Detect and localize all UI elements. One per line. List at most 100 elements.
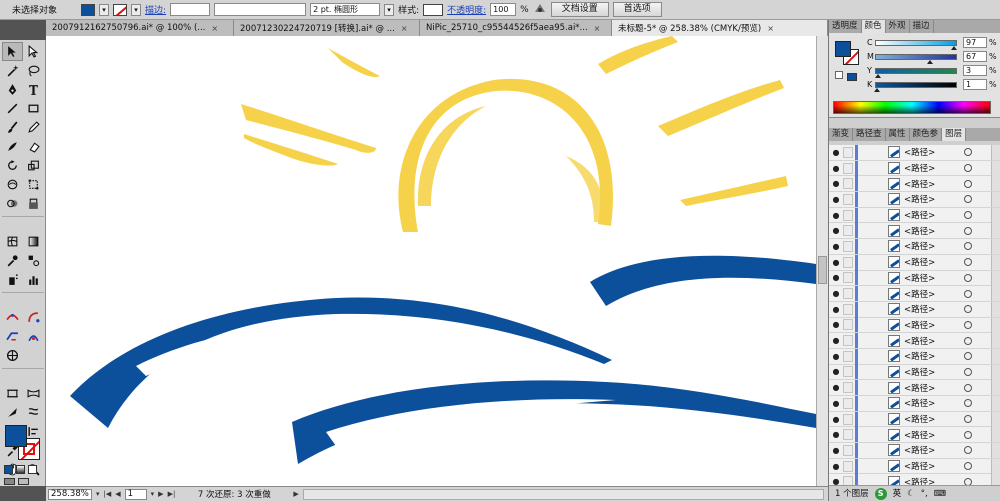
layer-row[interactable]: ● <路径> — [829, 254, 1000, 271]
width-tool-red-icon[interactable] — [2, 308, 23, 327]
tab-pathfinder[interactable]: 路径查 — [853, 128, 886, 141]
lock-toggle[interactable] — [843, 460, 853, 472]
layers-scrollbar-cell[interactable] — [991, 270, 1000, 286]
layers-scrollbar-cell[interactable] — [991, 427, 1000, 443]
layers-scrollbar-cell[interactable] — [991, 160, 1000, 176]
lock-toggle[interactable] — [843, 162, 853, 174]
lock-toggle[interactable] — [843, 444, 853, 456]
lock-toggle[interactable] — [843, 476, 853, 485]
visibility-eye-icon[interactable]: ● — [829, 320, 843, 329]
status-play-button[interactable]: ▶ — [293, 490, 298, 498]
visibility-eye-icon[interactable]: ● — [829, 430, 843, 439]
preferences-button[interactable]: 首选项 — [612, 2, 662, 17]
target-circle-icon[interactable] — [964, 242, 972, 251]
zoom-field[interactable]: 258.38% — [48, 488, 92, 500]
brush-dropdown[interactable]: ▾ — [384, 3, 395, 16]
rotate-tool-icon[interactable] — [2, 156, 23, 175]
fill-stroke-swatches[interactable] — [5, 425, 41, 461]
lock-toggle[interactable] — [843, 209, 853, 221]
fill-color-swatch[interactable] — [81, 3, 96, 16]
lock-toggle[interactable] — [843, 272, 853, 284]
color-mode-icon[interactable] — [4, 465, 13, 474]
black-knob[interactable] — [873, 87, 880, 92]
gradient-tool-icon[interactable] — [23, 232, 44, 251]
visibility-eye-icon[interactable]: ● — [829, 242, 843, 251]
pencil-tool-icon[interactable] — [23, 118, 44, 137]
layer-row[interactable]: ● <路径> — [829, 145, 1000, 161]
visibility-eye-icon[interactable]: ● — [829, 258, 843, 267]
print-tiling-tool-icon[interactable] — [23, 403, 44, 422]
tab-transparency[interactable]: 透明度 — [829, 20, 862, 33]
layers-scrollbar-cell[interactable] — [991, 380, 1000, 396]
cyan-value-field[interactable]: 97 — [963, 37, 987, 48]
tab-stroke[interactable]: 描边 — [910, 20, 934, 33]
lock-toggle[interactable] — [843, 413, 853, 425]
screen-mode-icon[interactable] — [18, 478, 29, 485]
layer-row[interactable]: ● <路径> — [829, 160, 1000, 177]
layers-scrollbar-cell[interactable] — [991, 145, 1000, 160]
black-value-field[interactable]: 1 — [963, 79, 987, 90]
layer-row[interactable]: ● <路径> — [829, 411, 1000, 428]
close-icon[interactable]: × — [767, 24, 774, 33]
lock-toggle[interactable] — [843, 429, 853, 441]
document-setup-button[interactable]: 文档设置 — [550, 2, 609, 17]
symbol-sprayer-tool-icon[interactable] — [2, 270, 23, 289]
layer-row[interactable]: ● <路径> — [829, 301, 1000, 318]
layer-row[interactable]: ● <路径> — [829, 458, 1000, 475]
target-circle-icon[interactable] — [964, 430, 972, 439]
artboard-number-field[interactable]: 1 — [124, 488, 147, 500]
tab-attributes[interactable]: 属性 — [886, 128, 910, 141]
target-circle-icon[interactable] — [964, 226, 972, 235]
lock-toggle[interactable] — [843, 240, 853, 252]
layer-row[interactable]: ● <路径> — [829, 286, 1000, 302]
magic-wand-tool-icon[interactable] — [2, 61, 23, 80]
tab-gradient[interactable]: 渐变 — [829, 128, 854, 141]
layer-row[interactable]: ● <路径> — [829, 442, 1000, 459]
opacity-field[interactable]: 100 — [490, 3, 517, 16]
layer-row[interactable]: ● <路径> — [829, 427, 1000, 444]
visibility-eye-icon[interactable]: ● — [829, 446, 843, 455]
mesh-tool-icon[interactable] — [2, 232, 23, 251]
target-circle-icon[interactable] — [964, 383, 972, 392]
artboard-tool-icon[interactable] — [2, 384, 23, 403]
layer-row[interactable]: ● <路径> — [829, 474, 1000, 485]
layers-scrollbar-cell[interactable] — [991, 317, 1000, 333]
blob-brush-tool-icon[interactable] — [2, 137, 23, 156]
none-mode-icon[interactable] — [28, 465, 37, 474]
yellow-knob[interactable] — [875, 73, 882, 78]
visibility-eye-icon[interactable]: ● — [829, 195, 843, 204]
lock-toggle[interactable] — [843, 397, 853, 409]
prev-artboard-button[interactable]: ◀ — [115, 490, 120, 498]
paintbrush-tool-icon[interactable] — [2, 118, 23, 137]
visibility-eye-icon[interactable]: ● — [829, 462, 843, 471]
target-circle-icon[interactable] — [964, 399, 972, 408]
web-safe-icon[interactable] — [847, 73, 857, 81]
artboard-dropdown[interactable]: ▾ — [151, 490, 155, 498]
target-circle-icon[interactable] — [964, 164, 972, 173]
layer-row[interactable]: ● <路径> — [829, 176, 1000, 193]
color-spectrum-bar[interactable] — [833, 101, 991, 114]
perspective-tool-icon[interactable] — [2, 327, 23, 346]
target-circle-icon[interactable] — [964, 336, 972, 345]
lock-toggle[interactable] — [843, 256, 853, 268]
target-circle-icon[interactable] — [964, 211, 972, 220]
stroke-link[interactable]: 描边: — [145, 3, 166, 16]
magenta-slider[interactable] — [875, 53, 957, 64]
layers-scrollbar-cell[interactable] — [991, 443, 1000, 459]
layers-scrollbar-cell[interactable] — [991, 411, 1000, 427]
stroke-color-swatch[interactable] — [113, 3, 128, 16]
target-circle-icon[interactable] — [964, 367, 972, 376]
black-slider[interactable] — [873, 81, 957, 92]
target-circle-icon[interactable] — [964, 195, 972, 204]
target-circle-icon[interactable] — [964, 148, 972, 157]
fill-dropdown[interactable]: ▾ — [99, 3, 110, 16]
lock-toggle[interactable] — [843, 225, 853, 237]
layers-scrollbar-cell[interactable] — [991, 286, 1000, 302]
variable-width-field[interactable] — [214, 3, 307, 16]
layers-scrollbar-cell[interactable] — [991, 301, 1000, 317]
pen-tool-icon[interactable] — [2, 80, 23, 99]
target-circle-icon[interactable] — [964, 258, 972, 267]
visibility-eye-icon[interactable]: ● — [829, 336, 843, 345]
out-of-gamut-icon[interactable] — [835, 71, 843, 79]
target-circle-icon[interactable] — [964, 305, 972, 314]
